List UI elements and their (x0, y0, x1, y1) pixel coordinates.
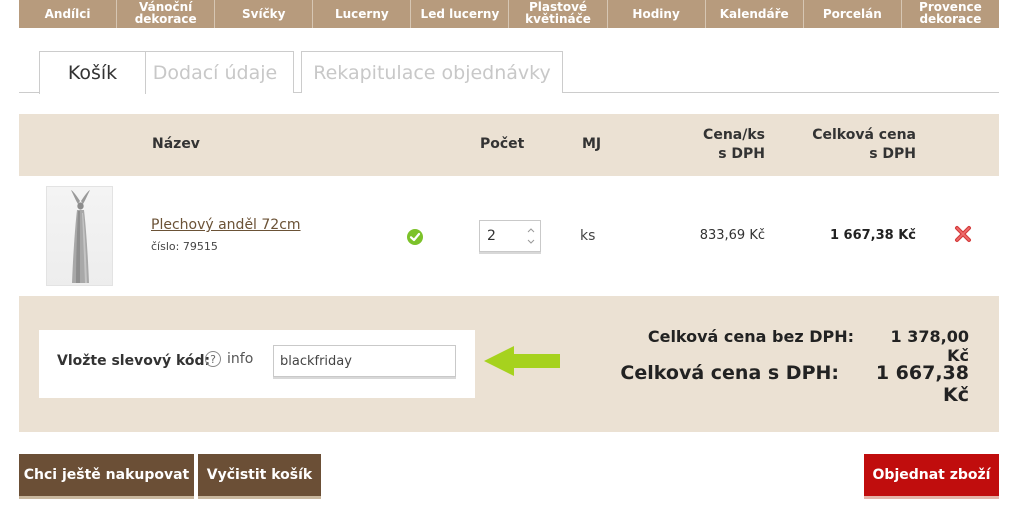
coupon-label: Vložte slevový kód: (57, 353, 211, 369)
column-header-name: Název (152, 136, 200, 152)
total-without-vat: Celková cena bez DPH: 1 378,00 Kč (648, 327, 969, 365)
nav-item-plastove-kvetinace[interactable]: Plastové květináče (509, 0, 608, 28)
check-circle-icon (406, 228, 424, 246)
continue-shopping-button[interactable]: Chci ještě nakupovat (19, 454, 194, 496)
cart-table-header: Název Počet MJ Cena/ks s DPH Celková cen… (19, 114, 999, 176)
total-without-vat-label: Celková cena bez DPH: (647, 327, 854, 346)
unit-label: ks (580, 228, 596, 244)
total-with-vat-label: Celková cena s DPH: (620, 362, 839, 384)
nav-item-svicky[interactable]: Svíčky (215, 0, 314, 28)
total-with-vat: Celková cena s DPH: 1 667,38 Kč (620, 362, 969, 406)
product-code-label: číslo: (151, 240, 180, 253)
nav-item-porcelan[interactable]: Porcelán (804, 0, 902, 28)
nav-item-led-lucerny[interactable]: Led lucerny (411, 0, 510, 28)
nav-item-kalendare[interactable]: Kalendáře (706, 0, 804, 28)
coupon-info[interactable]: ? info (205, 351, 253, 367)
cart-summary: Vložte slevový kód: ? info Celková cena … (19, 296, 999, 432)
category-nav: Andílci Vánoční dekorace Svíčky Lucerny … (19, 0, 999, 28)
product-code-value: 79515 (182, 240, 218, 253)
product-code: číslo: 79515 (151, 240, 218, 253)
nav-item-lucerny[interactable]: Lucerny (313, 0, 412, 28)
angel-figure-image (71, 190, 90, 283)
coupon-code-input[interactable] (273, 345, 456, 377)
nav-item-andilci[interactable]: Andílci (19, 0, 118, 28)
spinner-arrows-icon[interactable] (526, 224, 536, 248)
tab-kosik[interactable]: Košík (39, 51, 146, 94)
unit-price: 833,69 Kč (699, 228, 765, 243)
column-header-total: Celková cena s DPH (812, 127, 916, 162)
total-without-vat-value: 1 378,00 Kč (890, 327, 969, 365)
green-arrow-left-icon (484, 346, 560, 376)
tab-dodaci-udaje[interactable]: Dodací údaje (136, 51, 294, 93)
product-name-link[interactable]: Plechový anděl 72cm (151, 217, 301, 233)
nav-item-hodiny[interactable]: Hodiny (608, 0, 706, 28)
product-thumbnail[interactable] (46, 186, 113, 286)
row-total-price: 1 667,38 Kč (829, 228, 916, 243)
nav-item-vanocni-dekorace[interactable]: Vánoční dekorace (117, 0, 216, 28)
column-header-unit: MJ (582, 136, 602, 152)
column-header-unit-price: Cena/ks s DPH (703, 127, 765, 162)
question-circle-icon[interactable]: ? (205, 351, 221, 367)
checkout-tabs: Dodací údaje Rekapitulace objednávky Koš… (19, 51, 999, 94)
column-header-qty: Počet (480, 136, 525, 152)
delete-item-icon[interactable] (954, 225, 972, 243)
clear-cart-button[interactable]: Vyčistit košík (198, 454, 321, 496)
total-with-vat-value: 1 667,38 Kč (875, 362, 969, 406)
tab-rekapitulace[interactable]: Rekapitulace objednávky (301, 51, 563, 93)
quantity-stepper[interactable]: 2 (479, 220, 541, 252)
cart-item-row: Plechový anděl 72cm číslo: 79515 2 ks 83… (19, 176, 999, 296)
quantity-value[interactable]: 2 (487, 228, 496, 244)
place-order-button[interactable]: Objednat zboží (864, 454, 999, 496)
info-link[interactable]: info (227, 351, 253, 367)
coupon-panel: Vložte slevový kód: ? info (39, 330, 475, 398)
nav-item-provence-dekorace[interactable]: Provence dekorace (902, 0, 999, 28)
